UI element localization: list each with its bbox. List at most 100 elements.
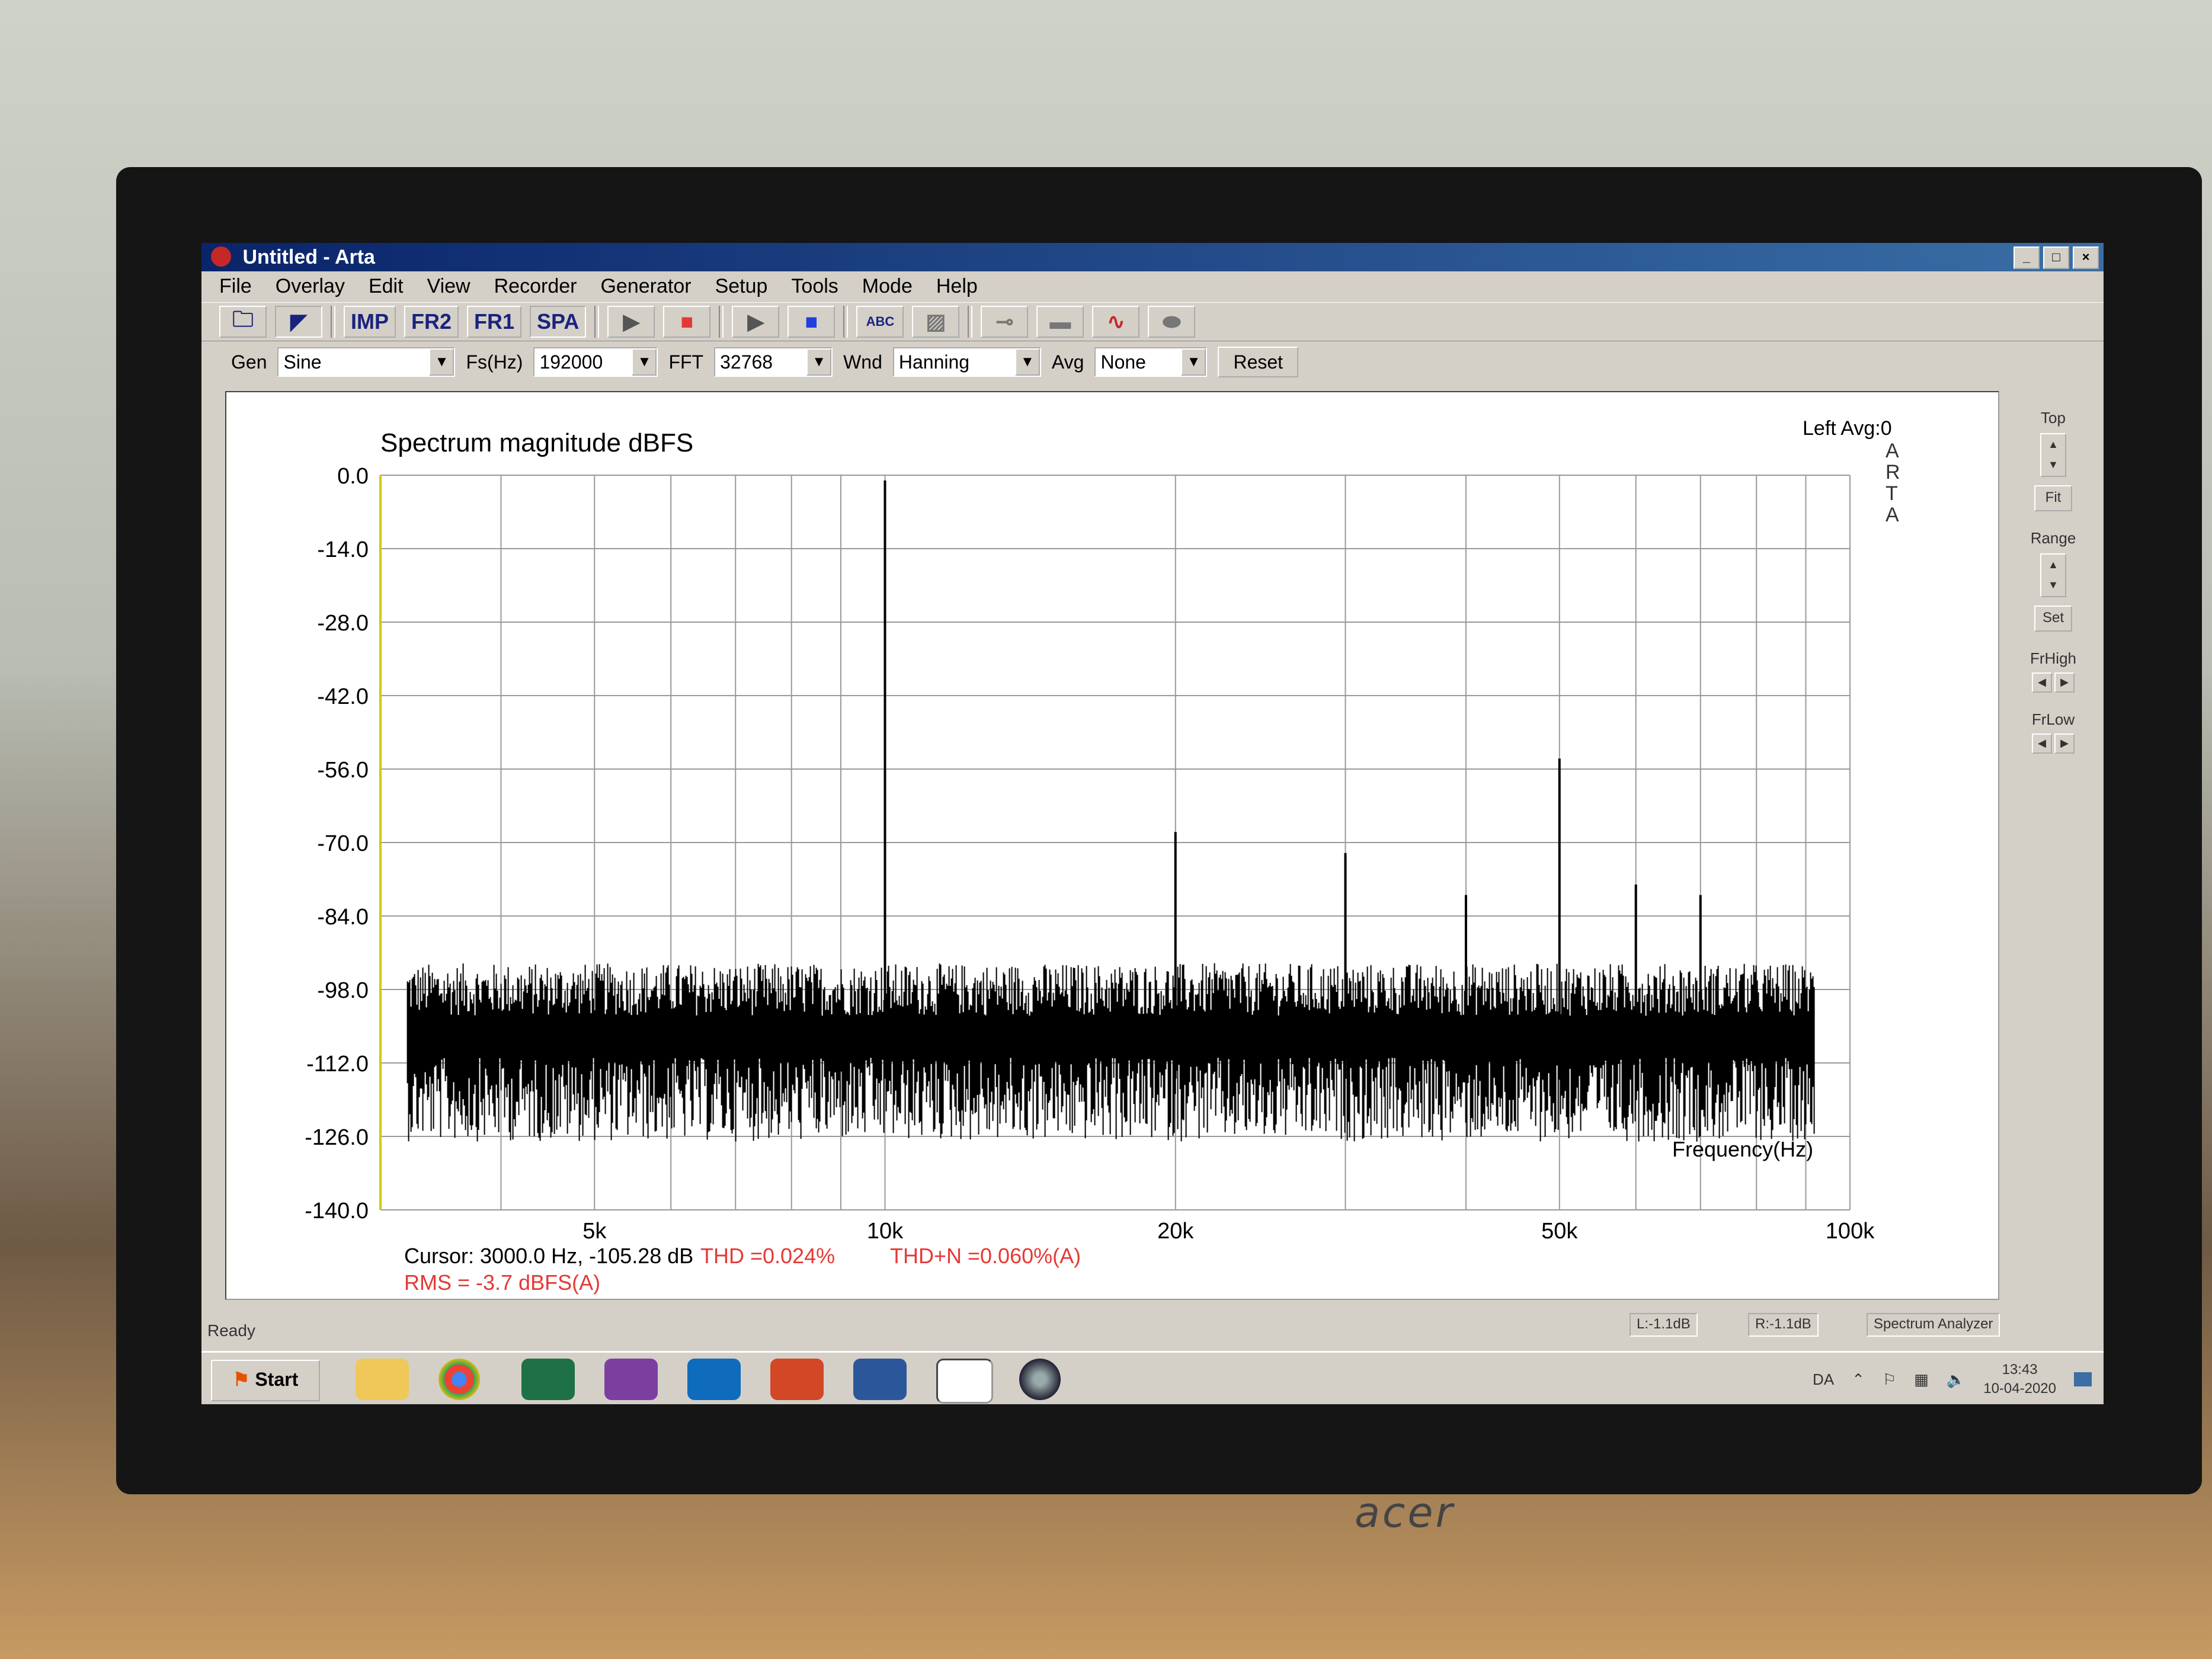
start-button[interactable]: ⚑ Start: [211, 1360, 320, 1401]
y-tick-label: -56.0: [317, 758, 369, 783]
spectrum-chart[interactable]: Spectrum magnitude dBFS Left Avg:0 ARTA …: [226, 392, 1998, 1299]
fr2-mode-button[interactable]: FR2: [404, 306, 459, 338]
arrow-left-icon[interactable]: ◀: [2032, 734, 2052, 754]
clock[interactable]: 13:43 10-04-2020: [1983, 1360, 2056, 1398]
play-icon: ▶: [747, 309, 764, 334]
arrow-left-icon[interactable]: ◀: [2032, 672, 2052, 693]
fft-select[interactable]: 32768 ▼: [714, 347, 833, 377]
arta-logo-letter: A: [1886, 504, 1899, 526]
toolbar: 🗀 ◤ IMP FR2 FR1 SPA ▶ ■ ▶ ■ ABC ▨ ⊸ ▬ ∿ …: [201, 302, 2104, 341]
chevron-down-icon[interactable]: ▼: [429, 348, 454, 376]
excel-icon[interactable]: [521, 1359, 575, 1400]
range-label: Range: [2030, 529, 2076, 547]
arta-logo: ARTA: [1886, 440, 1900, 526]
set-button[interactable]: Set: [2034, 606, 2072, 632]
toolbar-separator: [719, 306, 724, 338]
avg-select[interactable]: None ▼: [1094, 347, 1208, 377]
menu-tools[interactable]: Tools: [791, 271, 838, 301]
network-icon[interactable]: ▦: [1914, 1370, 1929, 1389]
left-level: L:-1.1dB: [1630, 1313, 1698, 1337]
arrow-right-icon[interactable]: ▶: [2054, 672, 2075, 693]
onenote-icon[interactable]: [604, 1359, 658, 1400]
top-spinner[interactable]: ▲ ▼: [2040, 433, 2066, 477]
close-button[interactable]: ×: [2073, 246, 2099, 269]
top-label: Top: [2041, 409, 2066, 427]
arta-logo-letter: A: [1886, 440, 1899, 462]
stop-icon: ■: [805, 309, 818, 334]
powerpoint-icon[interactable]: [770, 1359, 824, 1400]
overlay-button[interactable]: ▨: [912, 306, 960, 338]
menu-edit[interactable]: Edit: [369, 271, 404, 301]
thdn-readout: THD+N =0.060%(A): [890, 1244, 1081, 1268]
window-controls: _ □ ×: [2013, 246, 2099, 269]
flag-icon[interactable]: ⚐: [1883, 1370, 1896, 1389]
minimize-button[interactable]: _: [2013, 246, 2040, 269]
generator-stop-button[interactable]: ■: [788, 306, 835, 338]
media-player-icon[interactable]: [1019, 1359, 1061, 1400]
arrow-up-icon[interactable]: ▲: [2048, 559, 2059, 571]
gen-label: Gen: [231, 351, 267, 373]
start-label: Start: [255, 1369, 299, 1390]
y-tick-label: 0.0: [337, 464, 369, 489]
chevron-up-icon[interactable]: ⌃: [1852, 1370, 1865, 1389]
annotate-button[interactable]: ABC: [856, 306, 904, 338]
toolbar-separator: [331, 306, 335, 338]
probe-icon: ⊸: [995, 309, 1014, 334]
maximize-button[interactable]: □: [2043, 246, 2069, 269]
menu-mode[interactable]: Mode: [862, 271, 913, 301]
record-stop-button[interactable]: ■: [663, 306, 711, 338]
fft-label: FFT: [668, 351, 704, 373]
arrow-down-icon[interactable]: ▼: [2048, 579, 2059, 591]
chevron-down-icon[interactable]: ▼: [632, 348, 657, 376]
word-icon[interactable]: [853, 1359, 907, 1400]
fft-value: 32768: [720, 351, 773, 373]
gen-value: Sine: [283, 351, 322, 373]
file-explorer-icon[interactable]: [356, 1359, 409, 1400]
spectrum-plot[interactable]: Spectrum magnitude dBFS Left Avg:0 ARTA …: [225, 391, 1999, 1300]
open-file-button[interactable]: 🗀: [219, 306, 267, 338]
range-spinner[interactable]: ▲ ▼: [2040, 553, 2066, 597]
record-play-button[interactable]: ▶: [607, 306, 655, 338]
spa-mode-button[interactable]: SPA: [530, 306, 587, 338]
play-icon: ▶: [623, 309, 640, 334]
folder-icon: 🗀: [232, 306, 254, 331]
volume-icon[interactable]: 🔈: [1947, 1370, 1965, 1389]
imp-mode-button[interactable]: IMP: [344, 306, 396, 338]
notification-icon[interactable]: [2074, 1372, 2092, 1386]
menu-generator[interactable]: Generator: [600, 271, 691, 301]
arta-taskbar-icon[interactable]: [936, 1359, 993, 1404]
fs-label: Fs(Hz): [466, 351, 523, 373]
language-indicator[interactable]: DA: [1813, 1370, 1834, 1389]
fit-button[interactable]: Fit: [2034, 485, 2072, 511]
x-axis-label: Frequency(Hz): [1672, 1137, 1813, 1161]
arrow-up-icon[interactable]: ▲: [2048, 438, 2059, 450]
gen-select[interactable]: Sine ▼: [277, 347, 456, 377]
chevron-down-icon[interactable]: ▼: [806, 348, 832, 376]
info-button[interactable]: ⬬: [1148, 306, 1196, 338]
frlow-controls: ◀ ▶: [2003, 734, 2104, 754]
menu-file[interactable]: File: [219, 271, 252, 301]
device-button[interactable]: ▬: [1036, 306, 1084, 338]
menu-view[interactable]: View: [427, 271, 470, 301]
generator-play-button[interactable]: ▶: [732, 306, 780, 338]
calibrate-button[interactable]: ⊸: [981, 306, 1029, 338]
fs-select[interactable]: 192000 ▼: [533, 347, 658, 377]
menu-overlay[interactable]: Overlay: [276, 271, 345, 301]
menu-help[interactable]: Help: [936, 271, 978, 301]
outlook-icon[interactable]: [687, 1359, 741, 1400]
chrome-icon[interactable]: [438, 1359, 480, 1400]
fr1-mode-button[interactable]: FR1: [467, 306, 522, 338]
signal-button[interactable]: ∿: [1092, 306, 1140, 338]
chevron-down-icon[interactable]: ▼: [1181, 348, 1206, 376]
device-icon: ▬: [1049, 309, 1071, 334]
menu-recorder[interactable]: Recorder: [494, 271, 577, 301]
status-bar: Ready L:-1.1dB R:-1.1dB Spectrum Analyze…: [201, 1309, 2104, 1345]
wnd-select[interactable]: Hanning ▼: [892, 347, 1041, 377]
cursor-tool-button[interactable]: ◤: [275, 306, 322, 338]
reset-button[interactable]: Reset: [1218, 347, 1299, 377]
hatch-icon: ▨: [926, 309, 946, 334]
chevron-down-icon[interactable]: ▼: [1014, 348, 1040, 376]
arrow-right-icon[interactable]: ▶: [2054, 734, 2075, 754]
arrow-down-icon[interactable]: ▼: [2048, 459, 2059, 470]
menu-setup[interactable]: Setup: [715, 271, 768, 301]
